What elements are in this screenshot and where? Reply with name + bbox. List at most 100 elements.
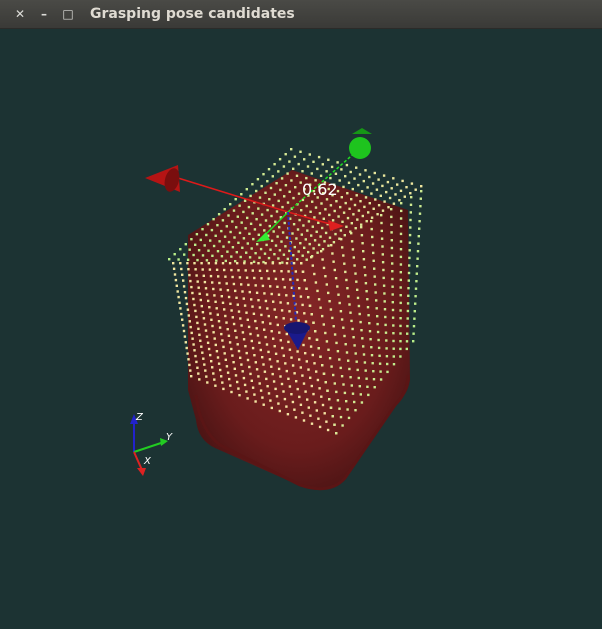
cloud-point	[419, 197, 422, 200]
cloud-point	[229, 302, 232, 305]
cloud-point	[325, 420, 328, 423]
minimize-icon[interactable]: –	[36, 6, 52, 22]
cloud-point	[338, 179, 341, 182]
cloud-point	[420, 185, 423, 188]
cloud-point	[377, 178, 380, 181]
cloud-point	[360, 226, 363, 229]
cloud-point	[350, 222, 353, 225]
cloud-point	[256, 178, 260, 181]
cloud-point	[329, 204, 333, 207]
cloud-point	[325, 340, 329, 343]
cloud-point	[242, 237, 246, 240]
cloud-point	[326, 428, 330, 432]
cloud-point	[238, 276, 242, 279]
cloud-point	[225, 365, 229, 368]
cloud-point	[281, 231, 285, 234]
cloud-point	[285, 369, 288, 373]
cloud-point	[220, 229, 223, 233]
cloud-point	[384, 323, 387, 327]
cloud-point	[247, 325, 251, 329]
cloud-point	[211, 324, 214, 328]
cloud-point	[247, 283, 250, 287]
cloud-point	[223, 308, 226, 311]
maximize-icon[interactable]: □	[60, 6, 76, 22]
cloud-point	[243, 304, 247, 307]
cloud-point	[255, 218, 258, 221]
cloud-point	[301, 374, 304, 377]
cloud-point	[362, 258, 366, 261]
cloud-point	[328, 357, 332, 360]
cloud-point	[300, 209, 303, 212]
cloud-point	[333, 382, 336, 385]
cloud-point	[406, 332, 409, 335]
cloud-point	[373, 275, 376, 278]
cloud-point	[333, 209, 336, 213]
cloud-point	[410, 196, 413, 199]
cloud-point	[378, 354, 381, 357]
cloud-point	[251, 305, 254, 308]
cloud-point	[317, 155, 321, 159]
cloud-point	[358, 312, 361, 316]
cloud-point	[195, 360, 198, 364]
cloud-point	[276, 323, 279, 327]
cloud-point	[414, 188, 417, 191]
cloud-point	[182, 285, 186, 288]
cloud-point	[339, 205, 342, 209]
cloud-point	[221, 381, 224, 384]
cloud-point	[228, 341, 232, 344]
cloud-point	[399, 217, 403, 220]
cloud-point	[186, 262, 189, 265]
cloud-point	[355, 280, 358, 283]
cloud-point	[390, 223, 393, 226]
cloud-point	[356, 218, 359, 221]
cloud-point	[353, 264, 356, 267]
cloud-point	[346, 287, 349, 290]
cloud-point	[418, 227, 421, 230]
cloud-point	[220, 295, 223, 298]
cloud-point	[299, 403, 303, 406]
cloud-point	[214, 300, 217, 303]
cloud-point	[416, 257, 419, 260]
cloud-point	[415, 272, 418, 275]
cloud-point	[320, 202, 323, 205]
cloud-point	[307, 220, 311, 223]
cloud-point	[257, 262, 260, 265]
cloud-point	[194, 268, 197, 271]
cloud-point	[173, 253, 176, 256]
cloud-point	[408, 256, 411, 260]
scene-canvas[interactable]: 0.62 Z Y X	[0, 28, 602, 629]
cloud-point	[405, 186, 408, 189]
cloud-point	[385, 190, 388, 194]
cloud-point	[222, 345, 225, 349]
cloud-point	[208, 306, 211, 309]
cloud-point	[365, 290, 368, 293]
cloud-point	[235, 226, 238, 229]
cloud-point	[399, 317, 402, 320]
cloud-point	[272, 300, 275, 303]
cloud-point	[222, 245, 225, 248]
cloud-point	[274, 352, 278, 355]
cloud-point	[355, 194, 358, 197]
cloud-point	[189, 369, 192, 372]
cloud-point	[244, 269, 247, 272]
cloud-point	[237, 349, 241, 353]
cloud-point	[273, 193, 276, 196]
cloud-point	[311, 225, 314, 228]
cloud-point	[383, 308, 387, 311]
3d-viewport[interactable]: 0.62 Z Y X	[0, 28, 602, 629]
cloud-point	[324, 208, 327, 211]
cloud-point	[280, 382, 284, 386]
cloud-point	[419, 205, 422, 208]
close-icon[interactable]: ✕	[12, 6, 28, 22]
cloud-point	[212, 244, 216, 248]
cloud-point	[231, 246, 235, 249]
cloud-point	[341, 220, 344, 223]
cloud-point	[335, 341, 338, 345]
cloud-point	[289, 278, 292, 281]
cloud-point	[237, 241, 240, 244]
cloud-point	[253, 276, 256, 280]
cloud-point	[294, 416, 298, 419]
cloud-point	[358, 173, 362, 176]
cloud-point	[400, 202, 403, 205]
cloud-point	[275, 316, 278, 319]
